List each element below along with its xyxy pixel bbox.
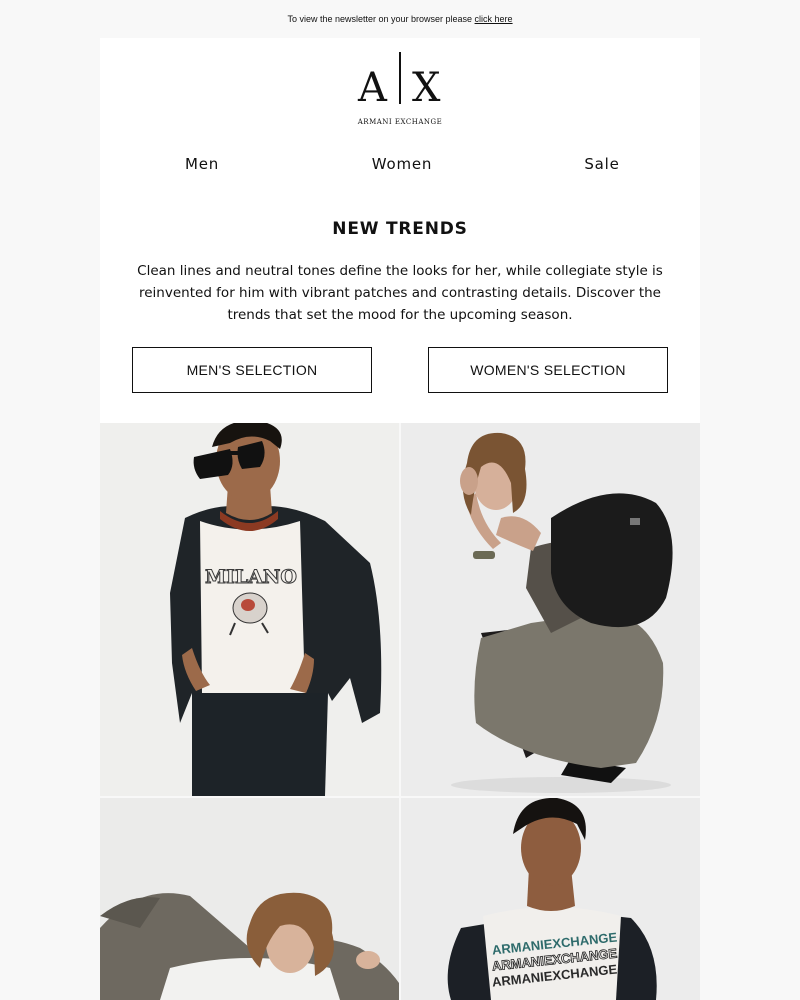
photo-men-logo-tee[interactable]: ARMANIEXCHANGE ARMANIEXCHANGE ARMANIEXCH… <box>401 798 700 1000</box>
photo-men-blazer[interactable]: MILANO <box>100 423 399 796</box>
preheader-text: To view the newsletter on your browser p… <box>287 14 473 24</box>
men-blazer-illustration: MILANO <box>100 423 399 796</box>
section-copy: Clean lines and neutral tones define the… <box>137 263 663 323</box>
view-in-browser-link[interactable]: click here <box>475 14 513 24</box>
logo-letter-x: X <box>412 65 441 111</box>
womens-selection-button[interactable]: WOMEN'S SELECTION <box>428 347 668 393</box>
logo-divider <box>399 52 401 104</box>
mens-selection-button[interactable]: MEN'S SELECTION <box>132 347 372 393</box>
logo-wordmark: ARMANI EXCHANGE <box>357 118 443 126</box>
women-jacket-illustration <box>100 798 399 1000</box>
women-bag-illustration <box>401 423 700 796</box>
photo-women-bag[interactable] <box>401 423 700 796</box>
preheader: To view the newsletter on your browser p… <box>0 0 800 38</box>
nav-women[interactable]: Women <box>352 155 452 173</box>
logo-letter-a: A <box>358 65 387 111</box>
brand-logo[interactable]: A X ARMANI EXCHANGE <box>100 50 700 130</box>
nav-sale[interactable]: Sale <box>552 155 652 173</box>
photo-women-jacket[interactable] <box>100 798 399 1000</box>
nav-men[interactable]: Men <box>152 155 252 173</box>
header-card: A X ARMANI EXCHANGE Men Women Sale NEW T… <box>100 38 700 423</box>
men-logo-tee-illustration: ARMANIEXCHANGE ARMANIEXCHANGE ARMANIEXCH… <box>401 798 700 1000</box>
milano-print-text: MILANO <box>205 566 297 588</box>
section-title: NEW TRENDS <box>332 219 468 239</box>
